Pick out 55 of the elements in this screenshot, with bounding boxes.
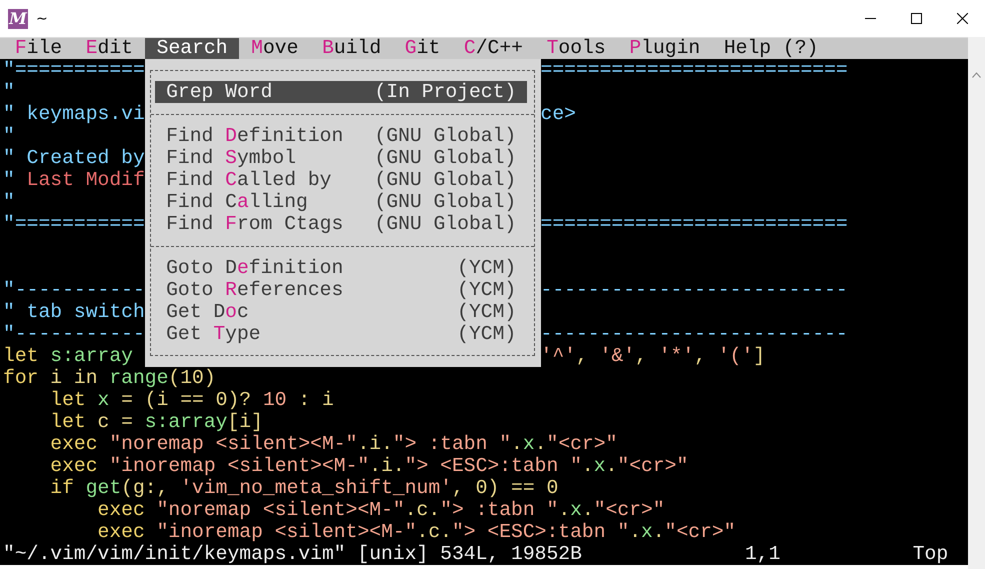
menu-bar-item[interactable]: Edit [74,38,145,59]
menu-bar-item[interactable]: Plugin [618,38,712,59]
menu-item[interactable]: Get Type (YCM) [155,323,528,345]
menu-item[interactable]: Get Doc (YCM) [155,301,528,323]
code-line: let s:array [3,345,133,367]
code-line: let c = s:array[i] [49,411,263,433]
menu-item[interactable]: Find Symbol (GNU Global) [155,147,528,169]
code-line: if get(g:, 'vim_no_meta_shift_num', 0) == 0 [49,477,558,499]
code-line: ========================== [540,59,848,81]
menu-bar-item[interactable]: File [3,38,74,59]
app-logo-icon: M [8,8,28,28]
code-line: " Created by [3,147,145,169]
close-icon [956,13,968,24]
code-line: ce> [540,103,576,125]
scrollbar[interactable] [968,37,985,569]
menu-bar-item[interactable]: Git [392,38,452,59]
menu-item[interactable]: Goto Definition (YCM) [155,257,528,279]
code-line: for i in range(10) [3,367,216,389]
code-line: -------------------------- [540,323,848,345]
code-line: "----------- [3,279,145,301]
menu-item[interactable]: Find Called by (GNU Global) [155,169,528,191]
menu-item[interactable]: Find From Ctags (GNU Global) [155,213,528,235]
maximize-icon [910,13,922,24]
code-line: " keymaps.vi [3,103,145,125]
menu-bar-item[interactable]: Help (?) [712,38,830,59]
code-line: exec "noremap <silent><M-".c."> :tabn ".x."<cr>" [96,499,665,521]
window-title: ~ [36,10,48,26]
code-line: "=========== [3,213,145,235]
cursor-position: 1,1 [744,543,782,565]
code-line: -------------------------- [540,279,848,301]
code-line: exec "inoremap <silent><M-".c."> <ESC>:tabn ".x."<cr>" [96,521,736,543]
menu-item[interactable]: Goto References (YCM) [155,279,528,301]
code-line: " tab switch [3,301,145,323]
menu-item[interactable]: Find Calling (GNU Global) [155,191,528,213]
code-line: exec "noremap <silent><M-".i."> :tabn ".x."<cr>" [49,433,618,455]
scroll-up-icon[interactable] [972,72,981,78]
code-line: exec "inoremap <silent><M-".i."> <ESC>:tabn ".x."<cr>" [49,455,688,477]
code-line: "----------- [3,323,145,345]
menu-bar-item[interactable]: Tools [534,38,618,59]
code-line: " Last Modif [3,169,145,191]
code-line: let x = (i == 0)? 10 : i [49,389,334,411]
menu-bar-item[interactable]: Build [310,38,393,59]
code-line: '^', '&', '*', '('] [540,345,766,367]
scroll-position: Top [912,543,950,565]
menu-item[interactable]: Find Definition (GNU Global) [155,125,528,147]
code-line: " [3,81,15,103]
menu-bar-item[interactable]: C/C++ [452,38,535,59]
code-line: "=========== [3,59,145,81]
menu-item[interactable]: Grep Word (In Project) [155,81,528,103]
menu-bar-item[interactable]: Move [239,38,310,59]
menu-bar-item[interactable]: Search [144,38,240,59]
code-line: " [3,125,15,147]
file-info: "~/.vim/vim/init/keymaps.vim" [unix] 534L, 19852B [3,543,583,565]
code-line: " [3,191,15,213]
code-line: ========================== [540,213,848,235]
